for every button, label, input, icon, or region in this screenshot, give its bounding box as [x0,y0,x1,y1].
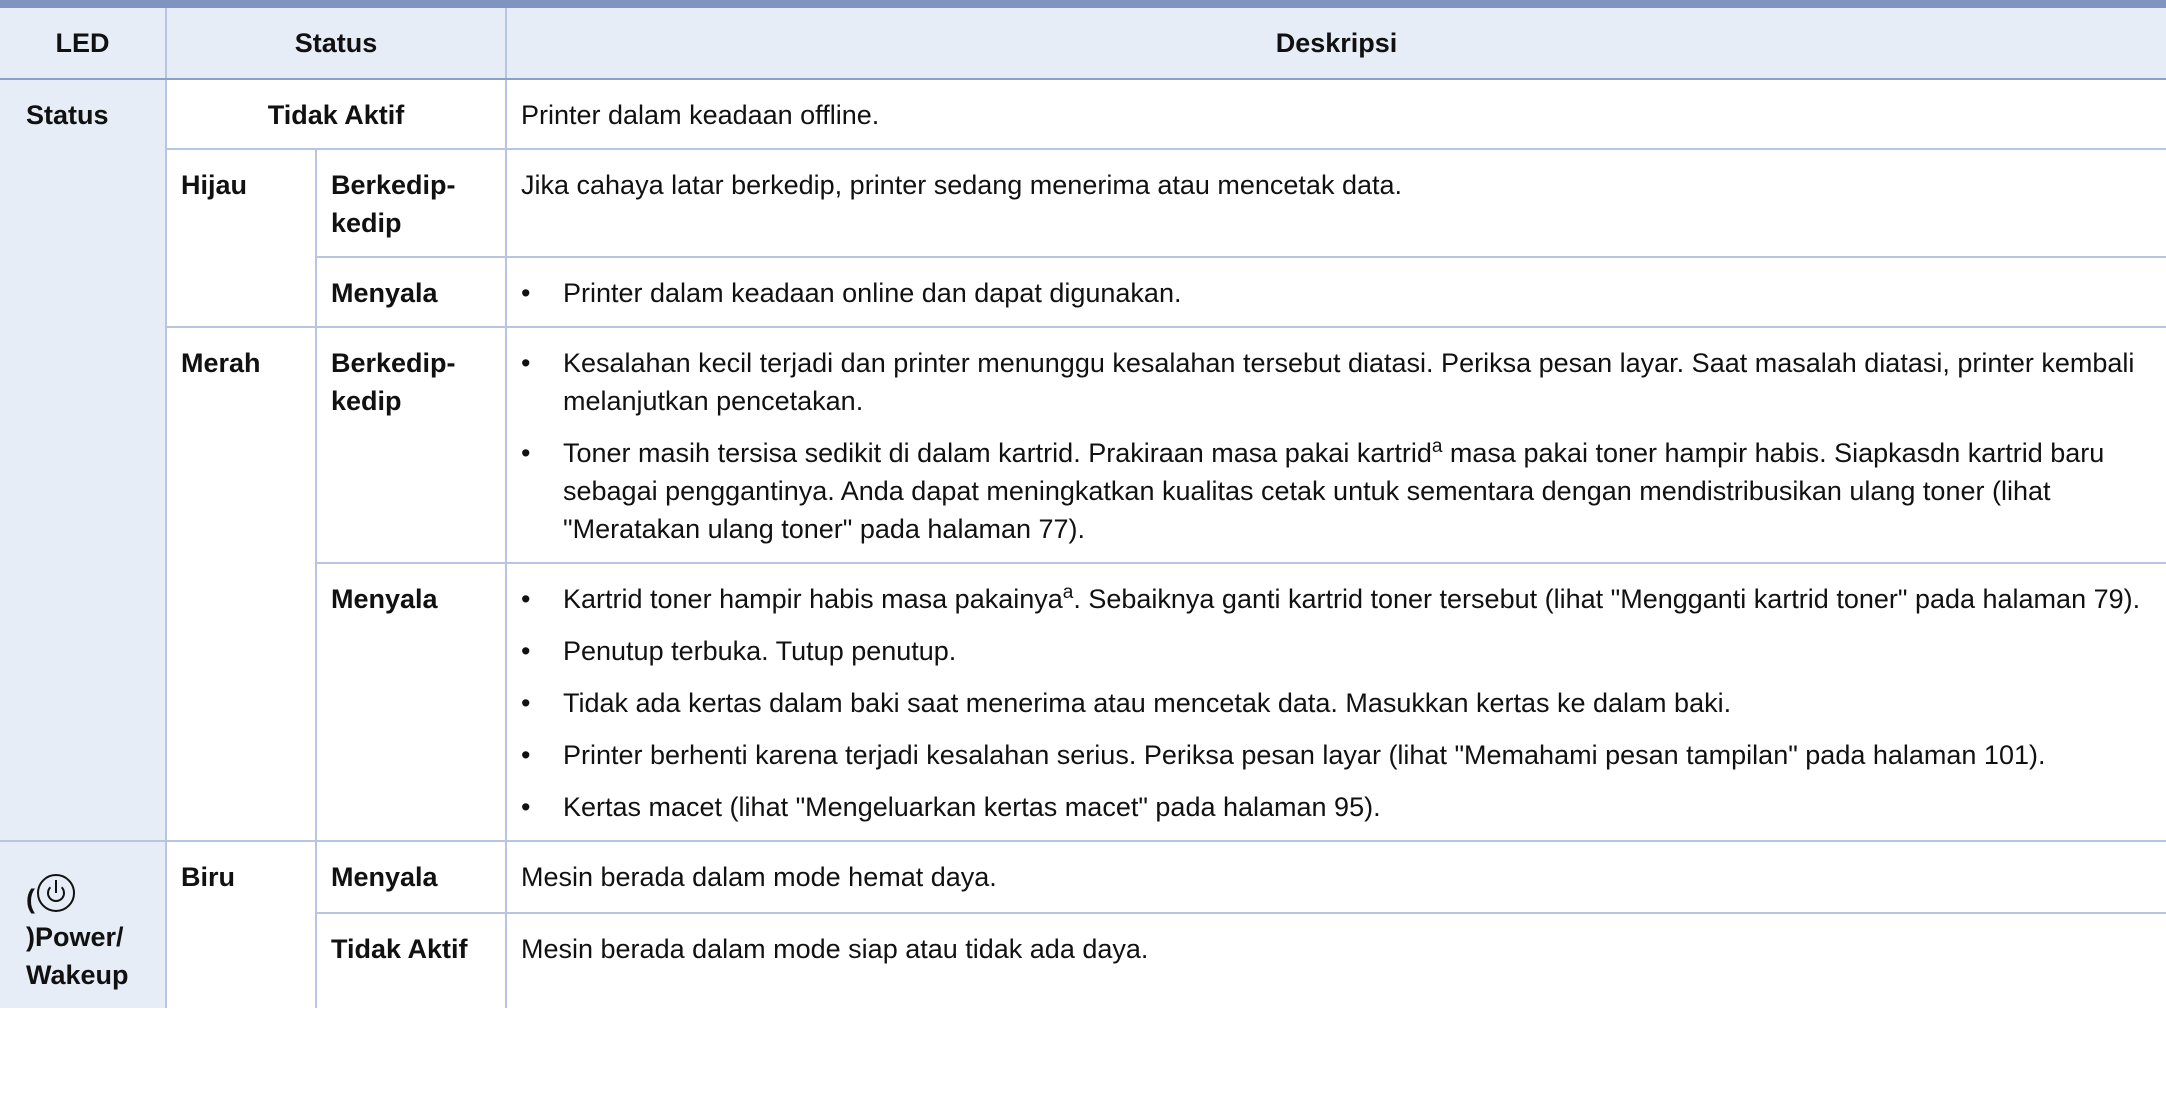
led-status-table: LED Status Deskripsi Status Tidak Aktif … [0,8,2166,1008]
header-description: Deskripsi [505,8,2166,80]
table-row: Status Tidak Aktif Printer dalam keadaan… [0,79,2166,841]
state-red-blinking: Berkedip-kedip [315,326,506,563]
table-row: Hijau Berkedip-kedip Jika cahaya latar b… [0,148,2166,327]
list-item: Printer dalam keadaan online dan dapat d… [521,274,2152,312]
desc-blue-off: Mesin berada dalam mode siap atau tidak … [505,912,2166,1008]
table-row: Menyala Printer dalam keadaan online dan… [0,256,2166,327]
header-led: LED [0,8,166,80]
list-item: Tidak ada kertas dalam baki saat menerim… [521,684,2152,722]
list-item: Kartrid toner hampir habis masa pakainya… [521,580,2152,618]
table-row: Tidak Aktif Mesin berada dalam mode siap… [0,912,2166,1008]
top-accent-bar [0,0,2166,8]
list-item: Printer berhenti karena terjadi kesalaha… [521,736,2152,774]
color-red: Merah [165,326,316,841]
state-green-on: Menyala [315,256,506,327]
desc-green-blinking: Jika cahaya latar berkedip, printer seda… [505,148,2166,257]
state-blue-on: Menyala [315,840,506,913]
color-blue: Biru [165,840,316,1008]
footnote-marker: a [1431,436,1443,457]
desc-red-blinking: Kesalahan kecil terjadi dan printer menu… [505,326,2166,563]
led-name-power: ()Power/ Wakeup [0,840,166,1008]
footnote-marker: a [1062,582,1074,603]
header-status: Status [165,8,506,80]
list-item: Toner masih tersisa sedikit di dalam kar… [521,434,2152,548]
list-item: Kertas macet (lihat "Mengeluarkan kertas… [521,788,2152,826]
desc-blue-on: Mesin berada dalam mode hemat daya. [505,840,2166,913]
state-blue-off: Tidak Aktif [315,912,506,1008]
list-item: Penutup terbuka. Tutup penutup. [521,632,2152,670]
table-row: Menyala Kartrid toner hampir habis masa … [0,562,2166,841]
table-header-row: LED Status Deskripsi [0,8,2166,80]
table-row: Merah Berkedip-kedip Kesalahan kecil ter… [0,326,2166,841]
color-green: Hijau [165,148,316,327]
led-name-status: Status [0,79,166,841]
power-icon [37,874,75,912]
desc-green-on: Printer dalam keadaan online dan dapat d… [505,256,2166,327]
desc-red-on: Kartrid toner hampir habis masa pakainya… [505,562,2166,841]
table-row: ()Power/ Wakeup Biru Menyala Mesin berad… [0,840,2166,1008]
state-green-blinking: Berkedip-kedip [315,148,506,257]
status-off: Tidak Aktif [165,79,506,149]
state-red-on: Menyala [315,562,506,841]
list-item: Kesalahan kecil terjadi dan printer menu… [521,344,2152,420]
desc-status-off: Printer dalam keadaan offline. [505,79,2166,149]
